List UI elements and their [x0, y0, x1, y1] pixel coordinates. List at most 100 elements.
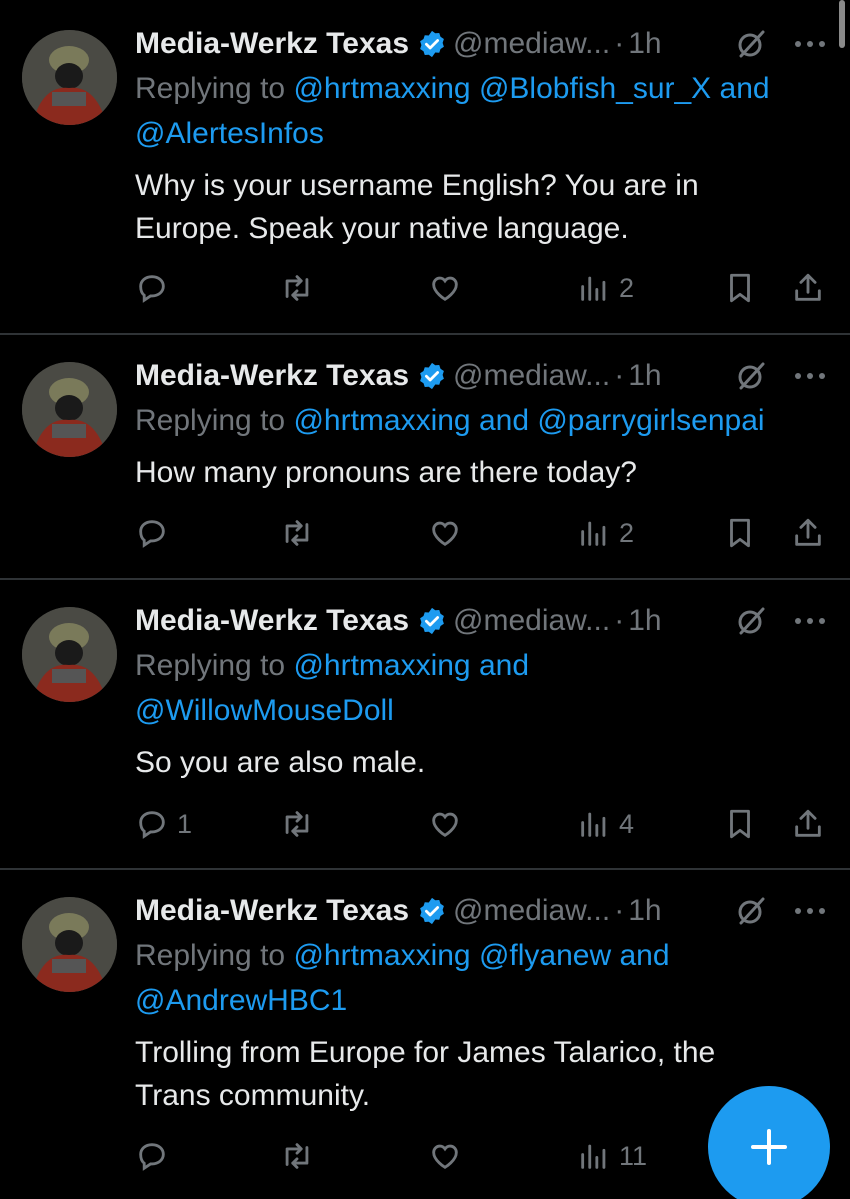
separator-dot: ·	[614, 604, 625, 637]
tweet-header: Media-Werkz Texas @mediaw... · 1h	[135, 22, 830, 66]
reply-mentions-cont[interactable]: @AndrewHBC1	[135, 978, 830, 1023]
bookmark-button[interactable]	[723, 513, 757, 553]
avatar[interactable]	[22, 30, 117, 125]
retweet-icon	[285, 811, 309, 837]
retweet-button[interactable]	[280, 513, 314, 553]
tweet[interactable]: Media-Werkz Texas @mediaw... · 1h Replyi…	[0, 335, 850, 580]
views-chart-icon	[581, 1144, 606, 1169]
replying-to: Replying to @hrtmaxxing @flyanew and	[135, 933, 830, 978]
grok-icon[interactable]	[735, 28, 767, 60]
share-button[interactable]	[791, 513, 825, 553]
retweet-button[interactable]	[280, 268, 314, 308]
views-button[interactable]: 11	[577, 1136, 647, 1176]
more-icon[interactable]	[791, 30, 829, 58]
tweet-text-line: Europe. Speak your native language.	[135, 212, 629, 245]
tweet[interactable]: Media-Werkz Texas @mediaw... · 1h Replyi…	[0, 580, 850, 870]
reply-mentions[interactable]: @hrtmaxxing @flyanew and	[293, 939, 669, 972]
reply-mentions[interactable]: @hrtmaxxing @Blobfish_sur_X and	[293, 72, 769, 105]
tweet-text-line: So you are also male.	[135, 746, 426, 779]
reply-button[interactable]	[135, 513, 177, 553]
compose-button[interactable]	[708, 1086, 830, 1199]
replying-to: Replying to @hrtmaxxing and	[135, 643, 830, 688]
tweet-text: So you are also male.	[135, 741, 830, 784]
tweet-header: Media-Werkz Texas @mediaw... · 1h	[135, 889, 830, 933]
grok-icon[interactable]	[735, 360, 767, 392]
share-icon	[795, 809, 821, 837]
share-button[interactable]	[791, 804, 825, 844]
retweet-icon	[285, 275, 309, 301]
like-button[interactable]	[428, 268, 462, 308]
retweet-button[interactable]	[280, 804, 314, 844]
scrollbar[interactable]	[839, 0, 845, 48]
verified-badge-icon	[420, 30, 444, 58]
heart-icon	[432, 1144, 458, 1169]
views-button[interactable]: 4	[577, 804, 634, 844]
retweet-button[interactable]	[280, 1136, 314, 1176]
tweet-text: Why is your username English? You are in…	[135, 164, 830, 250]
avatar[interactable]	[22, 897, 117, 992]
views-count: 4	[619, 808, 635, 839]
reply-count: 1	[177, 808, 193, 839]
author-handle[interactable]: @mediaw...	[453, 27, 610, 61]
verified-badge-icon	[420, 362, 444, 390]
heart-icon	[432, 276, 458, 301]
views-count: 2	[619, 517, 635, 548]
plus-icon	[751, 1129, 787, 1165]
author-name[interactable]: Media-Werkz Texas	[135, 894, 409, 928]
author-handle[interactable]: @mediaw...	[453, 604, 610, 638]
replying-to: Replying to @hrtmaxxing @Blobfish_sur_X …	[135, 66, 830, 111]
replying-prefix: Replying to	[135, 404, 286, 437]
bookmark-icon	[730, 273, 750, 303]
more-icon[interactable]	[791, 607, 829, 635]
views-button[interactable]: 2	[577, 513, 634, 553]
timestamp[interactable]: 1h	[628, 359, 661, 393]
replying-to: Replying to @hrtmaxxing and @parrygirlse…	[135, 398, 830, 443]
bookmark-icon	[730, 809, 750, 839]
share-button[interactable]	[791, 268, 825, 308]
more-icon[interactable]	[791, 362, 829, 390]
replying-prefix: Replying to	[135, 939, 286, 972]
timestamp[interactable]: 1h	[628, 27, 661, 61]
reply-mentions[interactable]: @hrtmaxxing and @parrygirlsenpai	[293, 404, 764, 437]
reply-mentions[interactable]: @hrtmaxxing and	[293, 649, 529, 682]
like-button[interactable]	[428, 804, 462, 844]
views-button[interactable]: 2	[577, 268, 634, 308]
tweet-text: How many pronouns are there today?	[135, 451, 830, 494]
tweet-text-line: Why is your username English? You are in	[135, 169, 699, 202]
views-chart-icon	[581, 521, 606, 546]
separator-dot: ·	[614, 894, 625, 927]
reply-button[interactable]	[135, 1136, 177, 1176]
tweet[interactable]: Media-Werkz Texas @mediaw... · 1h Replyi…	[0, 0, 850, 335]
like-button[interactable]	[428, 513, 462, 553]
reply-mentions-cont[interactable]: @AlertesInfos	[135, 111, 830, 156]
grok-icon[interactable]	[735, 895, 767, 927]
reply-icon	[139, 520, 165, 548]
tweet-text-line: How many pronouns are there today?	[135, 456, 637, 489]
action-bar: 1 4	[135, 804, 830, 844]
bookmark-button[interactable]	[723, 268, 757, 308]
author-name[interactable]: Media-Werkz Texas	[135, 359, 409, 393]
reply-icon	[139, 275, 165, 303]
author-handle[interactable]: @mediaw...	[453, 894, 610, 928]
action-bar: 2	[135, 513, 830, 553]
more-icon[interactable]	[791, 897, 829, 925]
reply-button[interactable]	[135, 268, 177, 308]
retweet-icon	[285, 1143, 309, 1169]
author-name[interactable]: Media-Werkz Texas	[135, 27, 409, 61]
timestamp[interactable]: 1h	[628, 604, 661, 638]
author-handle[interactable]: @mediaw...	[453, 359, 610, 393]
reply-button[interactable]: 1	[135, 804, 192, 844]
reply-icon	[139, 1143, 165, 1171]
author-name[interactable]: Media-Werkz Texas	[135, 604, 409, 638]
like-button[interactable]	[428, 1136, 462, 1176]
reply-icon	[139, 811, 165, 839]
share-icon	[795, 518, 821, 546]
reply-mentions-cont[interactable]: @WillowMouseDoll	[135, 688, 830, 733]
timestamp[interactable]: 1h	[628, 894, 661, 928]
bookmark-button[interactable]	[723, 804, 757, 844]
avatar[interactable]	[22, 607, 117, 702]
avatar[interactable]	[22, 362, 117, 457]
grok-icon[interactable]	[735, 605, 767, 637]
verified-badge-icon	[420, 897, 444, 925]
views-chart-icon	[581, 276, 606, 301]
